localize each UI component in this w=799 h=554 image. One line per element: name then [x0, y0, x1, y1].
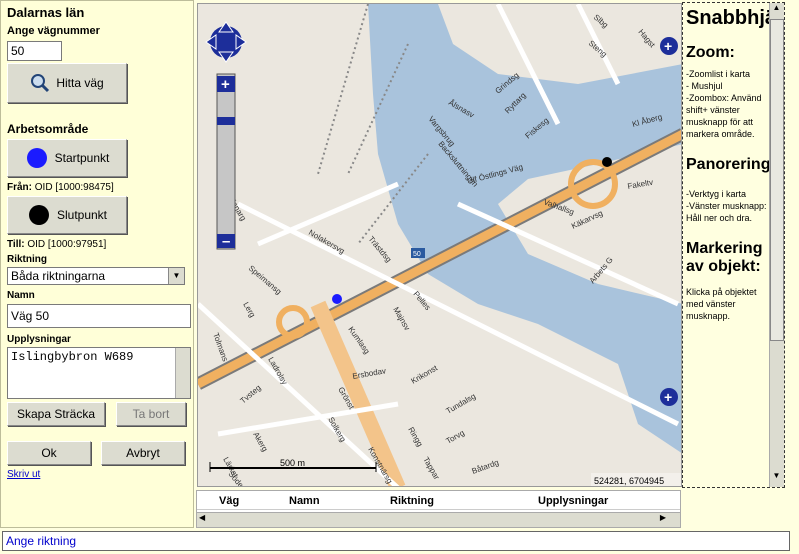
name-label: Namn — [7, 290, 35, 301]
ok-label: Ok — [41, 446, 57, 460]
info-value: Islingbybron W689 — [11, 350, 134, 364]
info-label: Upplysningar — [7, 334, 71, 345]
col-info[interactable]: Upplysningar — [538, 495, 608, 507]
svg-text:+: + — [664, 389, 672, 405]
map-canvas[interactable]: 50 SlbgHagstStengGrindsgVargsbrugBackslu… — [198, 4, 682, 487]
direction-label: Riktning — [7, 254, 47, 265]
scroll-left-icon[interactable]: ◀ — [199, 513, 205, 522]
scroll-up-icon[interactable]: ▲ — [770, 3, 783, 17]
create-route-label: Skapa Sträcka — [16, 407, 96, 421]
end-point-button[interactable]: Slutpunkt — [7, 196, 127, 234]
direction-select[interactable]: Båda riktningarna ▼ — [7, 267, 185, 285]
find-road-label: Hitta väg — [56, 76, 104, 90]
col-name[interactable]: Namn — [289, 495, 320, 507]
end-marker[interactable] — [602, 157, 612, 167]
pan-text-2: -Vänster musknapp: Håll ner och dra. — [686, 201, 767, 223]
chevron-down-icon[interactable]: ▼ — [168, 268, 184, 284]
grid-header: Väg Namn Riktning Upplysningar — [197, 491, 680, 510]
to-row: Till: OID [1000:97951] — [7, 239, 106, 250]
zoom-text-3: -Zoombox: Använd shift+ vänster musknapp… — [686, 93, 762, 139]
work-area-title: Arbetsområde — [7, 122, 89, 136]
scroll-down-icon[interactable]: ▼ — [770, 471, 783, 485]
info-scrollbar[interactable] — [175, 348, 190, 398]
help-scrollbar[interactable]: ▲ ▼ — [769, 3, 784, 487]
start-marker[interactable] — [332, 294, 342, 304]
col-road[interactable]: Väg — [219, 495, 239, 507]
left-panel: Dalarnas län Ange vägnummer Hitta väg Ar… — [0, 0, 194, 528]
col-direction[interactable]: Riktning — [390, 495, 434, 507]
to-label: Till: — [7, 239, 25, 250]
direction-value: Båda riktningarna — [11, 269, 106, 283]
scale-label: 500 m — [280, 458, 305, 468]
find-road-button[interactable]: Hitta väg — [7, 63, 127, 103]
route-number: 50 — [413, 251, 421, 258]
to-value: OID [1000:97951] — [27, 239, 107, 250]
mark-text-1: Klicka på objektet med vänster musknapp. — [686, 287, 757, 321]
coords-readout: 524281, 6704945 — [594, 476, 664, 486]
remove-button[interactable]: Ta bort — [116, 402, 186, 426]
print-link[interactable]: Skriv ut — [7, 469, 40, 480]
grid-hscrollbar[interactable]: ◀ ▶ — [197, 512, 680, 527]
black-dot-icon — [28, 205, 49, 225]
zoom-in-glyph: + — [221, 76, 230, 93]
ok-button[interactable]: Ok — [7, 441, 91, 465]
cancel-label: Avbryt — [126, 446, 160, 460]
result-grid[interactable]: Väg Namn Riktning Upplysningar ◀ ▶ — [196, 490, 681, 528]
road-number-label: Ange vägnummer — [7, 25, 100, 37]
layers-plus-icon[interactable]: + — [660, 37, 678, 55]
help-panel: Snabbhjälp Zoom: -Zoomlist i karta - Mus… — [682, 2, 785, 488]
from-label: Från: — [7, 182, 32, 193]
cancel-button[interactable]: Avbryt — [101, 441, 185, 465]
zoom-text-1: -Zoomlist i karta — [686, 69, 751, 79]
start-point-button[interactable]: Startpunkt — [7, 139, 127, 177]
remove-label: Ta bort — [132, 407, 170, 421]
road-number-input[interactable] — [7, 41, 62, 61]
end-point-label: Slutpunkt — [56, 208, 108, 222]
scroll-thumb[interactable] — [770, 19, 784, 341]
county-title: Dalarnas län — [7, 5, 85, 20]
pan-text-1: -Verktyg i karta — [686, 189, 747, 199]
zoom-slider[interactable] — [216, 73, 236, 250]
magnifier-icon — [31, 74, 50, 93]
zoom-text-2: - Mushjul — [686, 81, 723, 91]
mark-title: Markering av objekt: — [686, 240, 763, 275]
map-view[interactable]: 50 Slbg Hagst Steng Grindsg Vargsbrug Backslu… — [197, 3, 682, 487]
zoom-handle[interactable] — [217, 117, 235, 125]
name-input[interactable] — [7, 304, 191, 328]
create-route-button[interactable]: Skapa Sträcka — [7, 402, 105, 426]
svg-text:+: + — [664, 38, 672, 54]
scroll-right-icon[interactable]: ▶ — [660, 513, 666, 522]
from-row: Från: OID [1000:98475] — [7, 182, 114, 193]
help-title: Snabbhjälp — [686, 7, 785, 29]
overview-plus-icon[interactable]: + — [660, 388, 678, 406]
status-bar: Ange riktning — [2, 531, 790, 551]
blue-dot-icon — [26, 148, 47, 168]
pan-title: Panorering: — [686, 156, 776, 173]
from-value: OID [1000:98475] — [34, 182, 114, 193]
info-textarea[interactable]: Islingbybron W689 — [7, 347, 191, 399]
zoom-title: Zoom: — [686, 44, 735, 61]
zoom-out-glyph: – — [222, 233, 230, 250]
start-point-label: Startpunkt — [54, 151, 110, 165]
